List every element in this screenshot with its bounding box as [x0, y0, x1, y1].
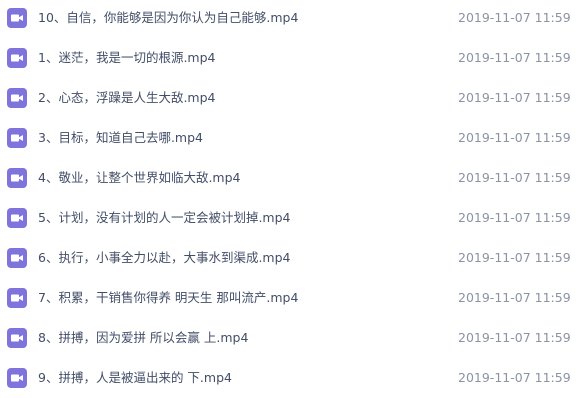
video-file-icon	[7, 128, 27, 148]
video-file-icon	[7, 168, 27, 188]
file-date: 2019-11-07 11:59	[458, 290, 571, 305]
file-list: 10、自信，你能够是因为你认为自己能够.mp4 2019-11-07 11:59…	[0, 0, 579, 397]
video-file-icon	[7, 288, 27, 308]
file-name[interactable]: 7、积累，干销售你得养 明天生 那叫流产.mp4	[38, 289, 298, 307]
file-name[interactable]: 2、心态，浮躁是人生大敌.mp4	[38, 89, 216, 107]
file-date: 2019-11-07 11:59	[458, 330, 571, 345]
file-date: 2019-11-07 11:59	[458, 90, 571, 105]
file-date: 2019-11-07 11:59	[458, 370, 571, 385]
file-row[interactable]: 9、拼搏，人是被逼出来的 下.mp4 2019-11-07 11:59	[0, 358, 579, 398]
file-row[interactable]: 2、心态，浮躁是人生大敌.mp4 2019-11-07 11:59	[0, 78, 579, 118]
file-row[interactable]: 7、积累，干销售你得养 明天生 那叫流产.mp4 2019-11-07 11:5…	[0, 278, 579, 318]
file-row[interactable]: 6、执行，小事全力以赴，大事水到渠成.mp4 2019-11-07 11:59	[0, 238, 579, 278]
video-file-icon	[7, 88, 27, 108]
file-row[interactable]: 3、目标，知道自己去哪.mp4 2019-11-07 11:59	[0, 118, 579, 158]
video-file-icon	[7, 8, 27, 28]
file-row[interactable]: 1、迷茫，我是一切的根源.mp4 2019-11-07 11:59	[0, 38, 579, 78]
file-name[interactable]: 5、计划，没有计划的人一定会被计划掉.mp4	[38, 209, 291, 227]
file-name[interactable]: 10、自信，你能够是因为你认为自己能够.mp4	[38, 9, 298, 27]
file-row[interactable]: 10、自信，你能够是因为你认为自己能够.mp4 2019-11-07 11:59	[0, 0, 579, 38]
video-file-icon	[7, 208, 27, 228]
file-name[interactable]: 9、拼搏，人是被逼出来的 下.mp4	[38, 369, 232, 387]
video-file-icon	[7, 328, 27, 348]
file-date: 2019-11-07 11:59	[458, 10, 571, 25]
file-name[interactable]: 3、目标，知道自己去哪.mp4	[38, 129, 203, 147]
file-name[interactable]: 4、敬业，让整个世界如临大敌.mp4	[38, 169, 241, 187]
file-row[interactable]: 8、拼搏，因为爱拼 所以会赢 上.mp4 2019-11-07 11:59	[0, 318, 579, 358]
video-file-icon	[7, 368, 27, 388]
video-file-icon	[7, 248, 27, 268]
file-row[interactable]: 5、计划，没有计划的人一定会被计划掉.mp4 2019-11-07 11:59	[0, 198, 579, 238]
file-name[interactable]: 1、迷茫，我是一切的根源.mp4	[38, 49, 216, 67]
file-row[interactable]: 4、敬业，让整个世界如临大敌.mp4 2019-11-07 11:59	[0, 158, 579, 198]
file-name[interactable]: 8、拼搏，因为爱拼 所以会赢 上.mp4	[38, 329, 248, 347]
file-name[interactable]: 6、执行，小事全力以赴，大事水到渠成.mp4	[38, 249, 291, 267]
file-date: 2019-11-07 11:59	[458, 250, 571, 265]
video-file-icon	[7, 48, 27, 68]
file-date: 2019-11-07 11:59	[458, 170, 571, 185]
file-date: 2019-11-07 11:59	[458, 210, 571, 225]
file-date: 2019-11-07 11:59	[458, 130, 571, 145]
file-date: 2019-11-07 11:59	[458, 50, 571, 65]
